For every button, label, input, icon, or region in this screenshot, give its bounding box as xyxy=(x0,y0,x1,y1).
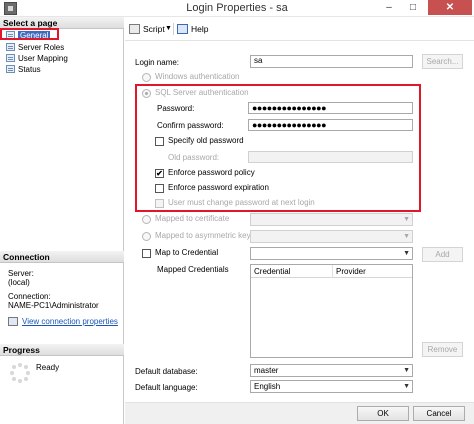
asymmetric-key-select[interactable]: ▼ xyxy=(250,230,413,243)
map-to-credential-checkbox[interactable] xyxy=(142,249,151,258)
script-dropdown-arrow-icon[interactable]: ▼ xyxy=(165,23,172,35)
mapped-to-certificate-radio[interactable] xyxy=(142,215,151,224)
script-icon xyxy=(129,24,140,34)
chevron-down-icon: ▼ xyxy=(403,367,410,374)
windows-auth-label: Windows authentication xyxy=(155,72,240,81)
help-button[interactable]: Help xyxy=(177,23,208,35)
remove-button[interactable]: Remove xyxy=(422,342,463,357)
page-icon xyxy=(6,65,15,73)
mapped-to-certificate-label: Mapped to certificate xyxy=(155,214,230,223)
cancel-button[interactable]: Cancel xyxy=(413,406,465,421)
left-pane: Select a page General Server Roles User … xyxy=(0,17,124,424)
minimize-button[interactable]: – xyxy=(377,0,401,15)
chevron-down-icon: ▼ xyxy=(403,383,410,390)
map-to-credential-label: Map to Credential xyxy=(155,248,219,257)
default-language-label: Default language: xyxy=(135,383,198,392)
default-language-select[interactable]: English ▼ xyxy=(250,380,413,393)
page-item-user-mapping[interactable]: User Mapping xyxy=(4,53,68,64)
mapped-credentials-label: Mapped Credentials xyxy=(157,265,229,274)
column-header-provider[interactable]: Provider xyxy=(333,265,412,278)
help-icon xyxy=(177,24,188,34)
view-connection-label: View connection properties xyxy=(22,317,118,326)
page-icon xyxy=(6,54,15,62)
credential-select[interactable]: ▼ xyxy=(250,247,413,260)
properties-icon xyxy=(8,317,18,326)
mapped-to-asymmetric-key-label: Mapped to asymmetric key xyxy=(155,231,251,240)
title-bar: Login Properties - sa – □ ✕ xyxy=(0,0,474,17)
connection-label: Connection: xyxy=(8,292,51,301)
progress-spinner-icon xyxy=(10,363,30,383)
connection-value: NAME-PC1\Administrator xyxy=(8,301,99,310)
server-value: (local) xyxy=(8,278,30,287)
chevron-down-icon: ▼ xyxy=(403,250,410,257)
column-header-credential[interactable]: Credential xyxy=(251,265,333,278)
toolbar: Script ▼ Help xyxy=(125,17,474,41)
script-label: Script xyxy=(143,24,165,34)
server-label: Server: xyxy=(8,269,34,278)
progress-header: Progress xyxy=(0,344,124,356)
toolbar-separator xyxy=(173,23,174,35)
chevron-down-icon: ▼ xyxy=(403,216,410,223)
page-item-server-roles[interactable]: Server Roles xyxy=(4,42,64,53)
default-language-value: English xyxy=(254,382,281,391)
default-database-label: Default database: xyxy=(135,367,198,376)
chevron-down-icon: ▼ xyxy=(403,233,410,240)
view-connection-properties-link[interactable]: View connection properties xyxy=(8,317,118,326)
login-name-input[interactable]: sa xyxy=(250,55,413,68)
default-database-select[interactable]: master ▼ xyxy=(250,364,413,377)
mapped-to-asymmetric-key-radio[interactable] xyxy=(142,232,151,241)
login-name-label: Login name: xyxy=(135,58,180,67)
windows-auth-radio[interactable] xyxy=(142,73,151,82)
certificate-select[interactable]: ▼ xyxy=(250,213,413,226)
ok-button[interactable]: OK xyxy=(357,406,409,421)
highlight-box-sql-auth xyxy=(135,84,421,212)
page-item-label: Server Roles xyxy=(18,43,65,52)
connection-header: Connection xyxy=(0,251,124,263)
progress-status: Ready xyxy=(36,363,60,372)
page-item-status[interactable]: Status xyxy=(4,64,41,75)
maximize-button[interactable]: □ xyxy=(401,0,425,15)
grid-header: Credential Provider xyxy=(251,265,412,278)
search-button[interactable]: Search... xyxy=(422,54,463,69)
page-item-label: User Mapping xyxy=(18,54,68,63)
add-button[interactable]: Add xyxy=(422,247,463,262)
default-database-value: master xyxy=(254,366,279,375)
page-item-label: Status xyxy=(18,65,41,74)
script-button[interactable]: Script xyxy=(129,23,165,35)
highlight-box-general xyxy=(0,28,59,40)
close-button[interactable]: ✕ xyxy=(428,0,472,15)
page-icon xyxy=(6,43,15,51)
help-label: Help xyxy=(191,24,209,34)
mapped-credentials-grid[interactable]: Credential Provider xyxy=(250,264,413,358)
